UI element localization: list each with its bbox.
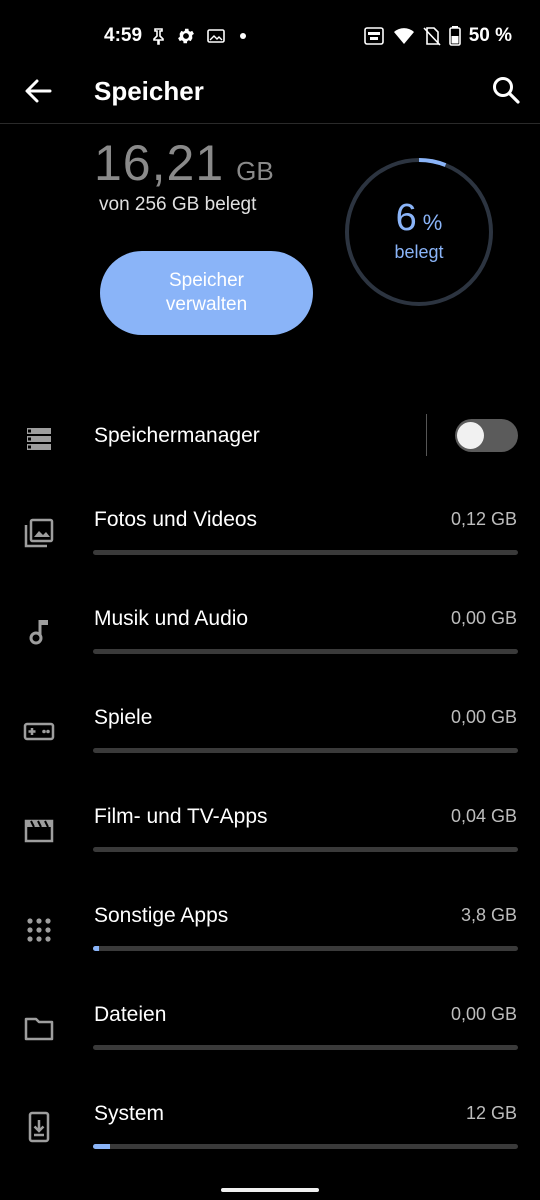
category-label: Dateien	[94, 1003, 167, 1026]
battery-icon	[448, 26, 461, 46]
category-usage-bar	[93, 1144, 518, 1149]
usage-percent: 6	[395, 197, 417, 239]
app-bar: Speicher	[0, 60, 540, 124]
gamepad-icon	[22, 714, 56, 748]
arrow-back-icon	[25, 79, 52, 103]
status-left: 4:59	[104, 25, 250, 47]
usage-percent-sign: %	[422, 210, 443, 235]
category-usage-bar	[93, 946, 518, 951]
battery-percentage: 50 %	[468, 25, 512, 46]
category-label: Spiele	[94, 706, 153, 729]
page-title: Speicher	[94, 76, 204, 106]
category-size: 0,00 GB	[450, 1004, 517, 1024]
manage-storage-button[interactable]: Speicher verwalten	[100, 251, 313, 335]
used-value: 16,21	[94, 135, 225, 191]
music-note-icon	[22, 615, 56, 649]
movie-icon	[22, 813, 56, 847]
category-row-photos[interactable]: Fotos und Videos 0,12 GB	[0, 485, 540, 584]
toggle-divider	[426, 414, 427, 456]
storage-manager-toggle[interactable]	[455, 419, 518, 452]
category-row-games[interactable]: Spiele 0,00 GB	[0, 683, 540, 782]
image-icon	[206, 27, 226, 45]
status-time: 4:59	[104, 25, 143, 46]
settings-gear-icon	[176, 26, 196, 46]
category-usage-bar	[93, 1045, 518, 1050]
category-usage-fill	[93, 1144, 110, 1149]
category-usage-bar	[93, 550, 518, 555]
category-size: 0,12 GB	[450, 509, 517, 529]
back-button[interactable]	[22, 76, 56, 106]
category-usage-bar	[93, 847, 518, 852]
manage-storage-label: Speicher verwalten	[165, 270, 248, 315]
category-size: 12 GB	[465, 1103, 517, 1123]
apps-grid-icon	[22, 912, 56, 946]
category-usage-bar	[93, 649, 518, 654]
category-row-other-apps[interactable]: Sonstige Apps 3,8 GB	[0, 881, 540, 980]
search-button[interactable]	[490, 74, 522, 106]
used-storage-amount: 16,21 GB	[94, 134, 274, 192]
dot-icon	[236, 29, 250, 43]
used-unit: GB	[236, 156, 274, 186]
search-icon	[493, 77, 520, 104]
storage-icon	[22, 422, 56, 456]
category-size: 0,04 GB	[450, 806, 517, 826]
status-right: 50 %	[363, 25, 512, 47]
auto-hz-icon	[363, 26, 385, 46]
photo-library-icon	[22, 516, 56, 550]
system-update-icon	[22, 1110, 56, 1144]
notification-bell-icon	[152, 27, 166, 45]
category-row-system[interactable]: System 12 GB	[0, 1079, 540, 1178]
category-usage-bar	[93, 748, 518, 753]
usage-ring-text: 6% belegt	[344, 197, 494, 263]
usage-label: belegt	[394, 242, 444, 262]
category-label: Sonstige Apps	[94, 904, 229, 927]
category-row-files[interactable]: Dateien 0,00 GB	[0, 980, 540, 1079]
storage-manager-label: Speichermanager	[94, 424, 260, 447]
category-usage-fill	[93, 946, 100, 951]
used-of-total: von 256 GB belegt	[99, 194, 257, 215]
gesture-nav-pill[interactable]	[221, 1188, 319, 1192]
category-label: Musik und Audio	[94, 607, 249, 630]
no-sim-icon	[423, 26, 441, 46]
category-label: System	[94, 1102, 165, 1125]
category-label: Fotos und Videos	[94, 508, 258, 531]
toggle-knob	[457, 422, 484, 449]
folder-icon	[22, 1011, 56, 1045]
category-size: 0,00 GB	[450, 707, 517, 727]
wifi-icon	[393, 26, 415, 46]
category-row-movies[interactable]: Film- und TV-Apps 0,04 GB	[0, 782, 540, 881]
category-row-music[interactable]: Musik und Audio 0,00 GB	[0, 584, 540, 683]
category-size: 3,8 GB	[460, 905, 517, 925]
category-label: Film- und TV-Apps	[94, 805, 268, 828]
category-size: 0,00 GB	[450, 608, 517, 628]
